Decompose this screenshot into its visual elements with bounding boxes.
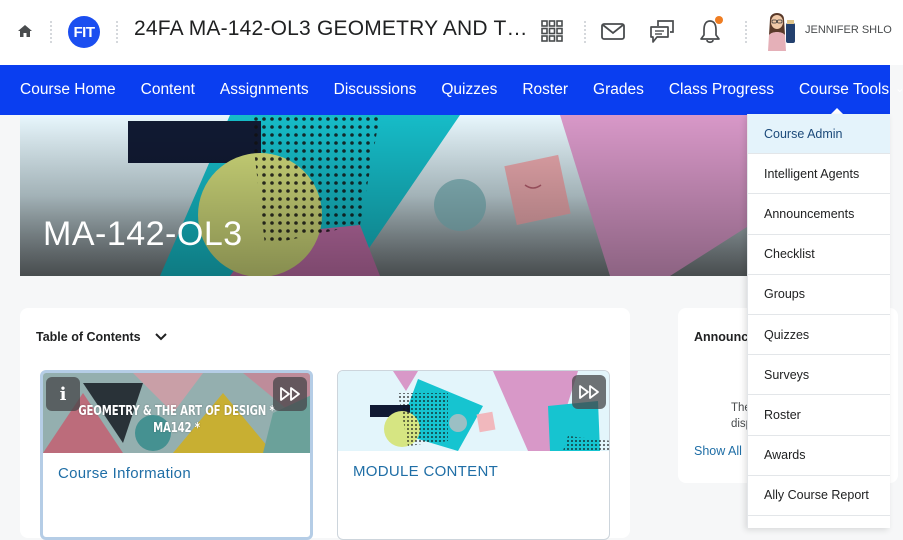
nav-discussions[interactable]: Discussions [334,81,417,99]
mail-icon[interactable] [600,18,626,44]
toc-card-course-information[interactable]: GEOMETRY & THE ART OF DESIGN * MA142 * i… [40,370,313,540]
info-button[interactable]: i [46,377,80,411]
nav-course-home[interactable]: Course Home [20,81,116,99]
fast-forward-icon [579,385,599,399]
course-tools-menu: Course Admin Intelligent Agents Announce… [747,114,890,528]
nav-course-tools[interactable]: Course Tools ⌄ [799,81,903,99]
nav-content[interactable]: Content [141,81,195,99]
chevron-down-icon: ⌄ [895,83,903,95]
user-avatar[interactable] [764,9,798,51]
card-banner-line2: MA142 * [153,421,200,436]
user-name[interactable]: JENNIFER SHLO [805,24,892,36]
open-button[interactable] [273,377,307,411]
course-title[interactable]: 24FA MA-142-OL3 GEOMETRY AND T… [134,17,528,41]
menu-item-intelligent-agents[interactable]: Intelligent Agents [748,154,890,195]
card-artwork [338,371,609,451]
chevron-down-icon [154,333,167,341]
header-divider [116,21,118,43]
toc-card-module-content[interactable]: MODULE CONTENT [337,370,610,540]
info-icon: i [59,383,67,405]
fast-forward-icon [280,387,300,401]
menu-item-roster[interactable]: Roster [748,395,890,436]
header-divider [584,21,586,43]
card-banner-line1: GEOMETRY & THE ART OF DESIGN * [78,404,275,419]
toc-header[interactable]: Table of Contents [36,330,167,344]
nav-grades[interactable]: Grades [593,81,644,99]
org-logo[interactable]: FIT [68,16,100,48]
menu-item-announcements[interactable]: Announcements [748,194,890,235]
header-divider [745,21,747,43]
menu-item-surveys[interactable]: Surveys [748,355,890,396]
menu-item-groups[interactable]: Groups [748,275,890,315]
card-banner-text: GEOMETRY & THE ART OF DESIGN * MA142 * [72,403,280,437]
header-divider [50,21,52,43]
card-title[interactable]: Course Information [58,465,191,482]
toc-widget: Table of Contents GEOMETRY & THE ART OF … [20,308,630,540]
nav-assignments[interactable]: Assignments [220,81,309,99]
show-all-announcements-link[interactable]: Show All [694,444,742,458]
menu-item-course-admin[interactable]: Course Admin [748,114,890,155]
card-image [338,371,609,451]
menu-item-checklist[interactable]: Checklist [748,235,890,275]
menu-item-awards[interactable]: Awards [748,436,890,476]
menu-item-ally-course-report[interactable]: Ally Course Report [748,476,890,516]
menu-item-quizzes[interactable]: Quizzes [748,315,890,356]
nav-course-tools-label: Course Tools [798,81,890,98]
notification-badge [715,16,723,24]
announcements-title: Announc [694,330,749,344]
toc-header-label: Table of Contents [36,330,141,344]
home-icon[interactable] [16,22,34,40]
waffle-grid-icon[interactable] [539,18,565,44]
card-title[interactable]: MODULE CONTENT [353,463,498,480]
banner-title: MA-142-OL3 [43,215,243,253]
chat-icon[interactable] [649,18,675,44]
nav-class-progress[interactable]: Class Progress [669,81,774,99]
top-header: FIT 24FA MA-142-OL3 GEOMETRY AND T… JENN… [0,0,903,65]
nav-roster[interactable]: Roster [522,81,568,99]
card-image: GEOMETRY & THE ART OF DESIGN * MA142 * i [43,373,310,453]
nav-quizzes[interactable]: Quizzes [441,81,497,99]
course-navbar: Course Home Content Assignments Discussi… [0,65,903,115]
open-button[interactable] [572,375,606,409]
